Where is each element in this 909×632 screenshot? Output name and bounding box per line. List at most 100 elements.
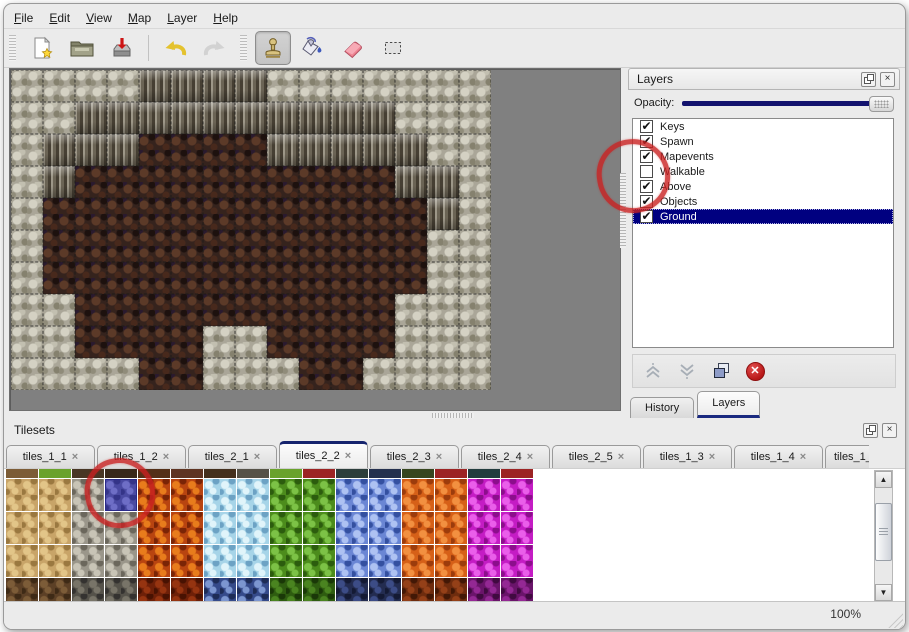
- palette-tile-gray-rock[interactable]: [105, 545, 137, 577]
- map-tile-rock-ceiling[interactable]: [11, 326, 43, 358]
- palette-tile-sand[interactable]: [39, 512, 71, 544]
- palette-tile-partial[interactable]: [501, 469, 533, 478]
- map-tile-cave-floor[interactable]: [139, 326, 171, 358]
- palette-tile-partial[interactable]: [204, 469, 236, 478]
- map-tile-cave-floor[interactable]: [395, 262, 427, 294]
- menu-file[interactable]: File: [14, 11, 33, 25]
- map-tile-cliff-wall[interactable]: [203, 102, 235, 134]
- resize-grip[interactable]: [885, 610, 903, 628]
- eraser-tool-button[interactable]: [335, 31, 371, 65]
- map-tile-rock-ceiling[interactable]: [395, 294, 427, 326]
- map-tile-cave-floor[interactable]: [75, 326, 107, 358]
- map-tile-rock-ceiling[interactable]: [43, 326, 75, 358]
- palette-tile-gray-rock-dark[interactable]: [72, 578, 104, 602]
- palette-tile-ice[interactable]: [237, 545, 269, 577]
- map-tile-rock-ceiling[interactable]: [427, 358, 459, 390]
- palette-tile-vines[interactable]: [270, 479, 302, 511]
- map-tile-rock-ceiling[interactable]: [11, 198, 43, 230]
- map-tile-cave-floor[interactable]: [299, 262, 331, 294]
- tileset-tab-tiles_1_4[interactable]: tiles_1_4×: [734, 445, 823, 468]
- palette-tile-sand[interactable]: [6, 545, 38, 577]
- map-tile-cliff-wall[interactable]: [107, 134, 139, 166]
- palette-tile-lava-rock[interactable]: [171, 479, 203, 511]
- map-tile-cliff-wall[interactable]: [171, 70, 203, 102]
- palette-tile-vines[interactable]: [270, 512, 302, 544]
- toolbar-drag-grip[interactable]: [240, 35, 247, 61]
- palette-tile-orange-bubble[interactable]: [402, 479, 434, 511]
- delete-layer-button[interactable]: ✕: [743, 359, 767, 383]
- map-tile-rock-ceiling[interactable]: [75, 358, 107, 390]
- map-tile-cave-floor[interactable]: [267, 326, 299, 358]
- layer-visibility-checkbox[interactable]: ✔: [640, 195, 653, 208]
- layer-row-spawn[interactable]: ✔Spawn: [633, 134, 893, 149]
- map-tile-rock-ceiling[interactable]: [235, 358, 267, 390]
- palette-tile-ice[interactable]: [237, 479, 269, 511]
- palette-tile-partial[interactable]: [171, 469, 203, 478]
- palette-tile-gray-rock[interactable]: [105, 512, 137, 544]
- palette-tile-orange-bubble[interactable]: [402, 512, 434, 544]
- tileset-tab-tiles_2_3[interactable]: tiles_2_3×: [370, 445, 459, 468]
- palette-tile-partial[interactable]: [138, 469, 170, 478]
- map-tile-cave-floor[interactable]: [363, 166, 395, 198]
- palette-tile-partial[interactable]: [435, 469, 467, 478]
- stamp-tool-button[interactable]: [255, 31, 291, 65]
- duplicate-layer-button[interactable]: [709, 359, 733, 383]
- map-tile-cliff-wall[interactable]: [107, 102, 139, 134]
- map-tile-rock-ceiling[interactable]: [459, 70, 491, 102]
- map-tile-rock-ceiling[interactable]: [459, 198, 491, 230]
- map-tile-rock-ceiling[interactable]: [427, 294, 459, 326]
- palette-tile-ice[interactable]: [237, 512, 269, 544]
- tileset-tab-tiles_2_2[interactable]: tiles_2_2×: [279, 441, 368, 468]
- map-tile-cave-floor[interactable]: [331, 166, 363, 198]
- map-tile-cave-floor[interactable]: [395, 230, 427, 262]
- map-tile-cave-floor[interactable]: [235, 262, 267, 294]
- palette-tile-gray-rock-dark[interactable]: [105, 578, 137, 602]
- palette-tile-partial[interactable]: [270, 469, 302, 478]
- map-tile-rock-ceiling[interactable]: [427, 102, 459, 134]
- palette-tile-sand[interactable]: [39, 545, 71, 577]
- map-tile-rock-ceiling[interactable]: [459, 134, 491, 166]
- map-tile-rock-ceiling[interactable]: [459, 102, 491, 134]
- map-tile-rock-ceiling[interactable]: [267, 358, 299, 390]
- map-tile-rock-ceiling[interactable]: [459, 326, 491, 358]
- palette-tile-vines-dark[interactable]: [270, 578, 302, 602]
- map-tile-rock-ceiling[interactable]: [11, 102, 43, 134]
- palette-tile-lava-rock[interactable]: [138, 545, 170, 577]
- tileset-tab-tiles_2_4[interactable]: tiles_2_4×: [461, 445, 550, 468]
- layer-row-mapevents[interactable]: ✔Mapevents: [633, 149, 893, 164]
- palette-tile-lava-rock[interactable]: [138, 512, 170, 544]
- map-tile-cave-floor[interactable]: [363, 198, 395, 230]
- map-tile-cave-floor[interactable]: [363, 262, 395, 294]
- palette-tile-magenta-cells[interactable]: [501, 479, 533, 511]
- map-tile-cliff-wall[interactable]: [235, 102, 267, 134]
- map-tile-rock-ceiling[interactable]: [11, 166, 43, 198]
- palette-tile-lava-rock[interactable]: [171, 545, 203, 577]
- palette-tile-sand-dark[interactable]: [6, 578, 38, 602]
- tab-close-icon[interactable]: ×: [527, 451, 533, 463]
- tileset-tab-tiles_1_1[interactable]: tiles_1_1×: [6, 445, 95, 468]
- map-tile-cave-floor[interactable]: [171, 134, 203, 166]
- map-tile-cave-floor[interactable]: [139, 262, 171, 294]
- raise-layer-button[interactable]: [641, 359, 665, 383]
- palette-tile-orange-bubble-dark[interactable]: [435, 578, 467, 602]
- map-tile-cave-floor[interactable]: [203, 262, 235, 294]
- map-tile-rock-ceiling[interactable]: [459, 294, 491, 326]
- palette-tile-sand[interactable]: [6, 479, 38, 511]
- map-tile-cliff-wall[interactable]: [427, 166, 459, 198]
- map-tile-cave-floor[interactable]: [139, 358, 171, 390]
- open-file-button[interactable]: [64, 31, 100, 65]
- menu-help[interactable]: Help: [213, 11, 238, 25]
- map-tile-cave-floor[interactable]: [107, 166, 139, 198]
- palette-tile-sand[interactable]: [6, 512, 38, 544]
- map-tile-rock-ceiling[interactable]: [427, 70, 459, 102]
- map-tile-cave-floor[interactable]: [331, 262, 363, 294]
- map-tile-cave-floor[interactable]: [171, 262, 203, 294]
- map-tile-cliff-wall[interactable]: [267, 134, 299, 166]
- map-tile-cave-floor[interactable]: [139, 198, 171, 230]
- map-tile-cave-floor[interactable]: [331, 198, 363, 230]
- layer-visibility-checkbox[interactable]: ✔: [640, 180, 653, 193]
- tileset-tab-tiles_2_5[interactable]: tiles_2_5×: [552, 445, 641, 468]
- map-tile-rock-ceiling[interactable]: [11, 70, 43, 102]
- map-tile-cave-floor[interactable]: [43, 230, 75, 262]
- tab-close-icon[interactable]: ×: [163, 451, 169, 463]
